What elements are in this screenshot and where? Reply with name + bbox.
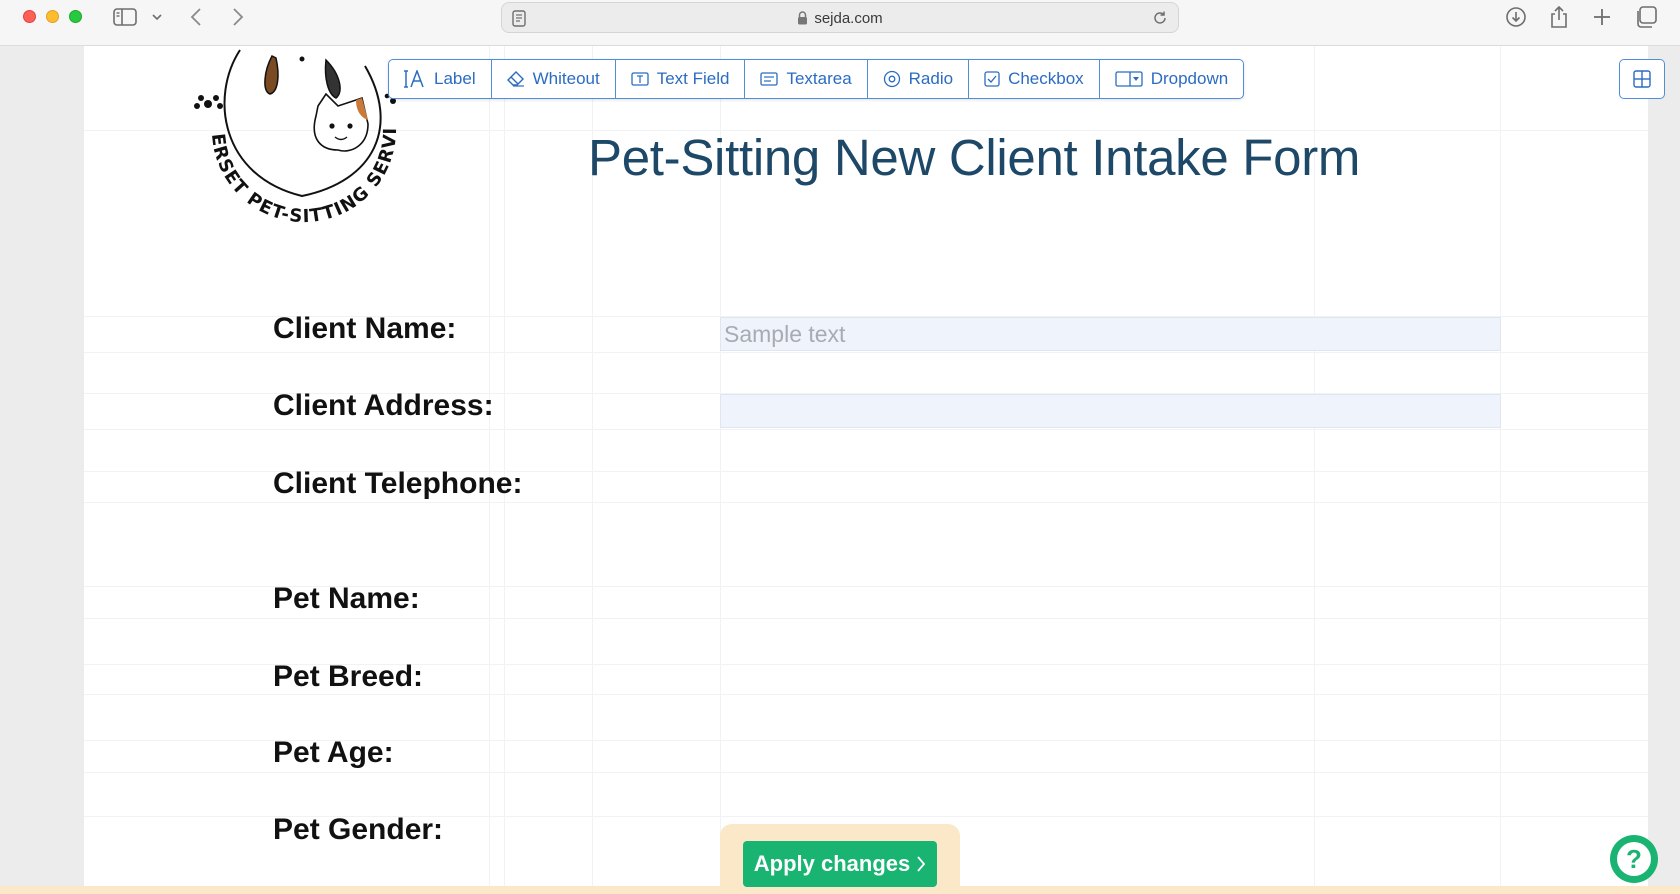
- guide-line: [489, 46, 490, 886]
- radio-icon: [883, 70, 900, 88]
- zoom-window-button[interactable]: [69, 10, 82, 23]
- guide-line: [504, 46, 505, 886]
- sidebar-toggle-icon[interactable]: [113, 4, 137, 30]
- tool-whiteout[interactable]: Whiteout: [492, 60, 616, 98]
- grid-icon: [1633, 70, 1651, 88]
- guide-line: [84, 502, 1648, 503]
- tool-whiteout-text: Whiteout: [532, 69, 600, 88]
- grid-toggle-button[interactable]: [1619, 59, 1665, 99]
- dropdown-icon: [1115, 71, 1143, 87]
- tool-checkbox[interactable]: Checkbox: [969, 60, 1100, 98]
- pet-gender-label: Pet Gender:: [273, 813, 444, 846]
- tool-textarea-text: Textarea: [786, 69, 852, 88]
- text-field-icon: [631, 72, 649, 86]
- url-text: sejda.com: [502, 3, 1178, 36]
- lock-icon: [797, 5, 808, 36]
- pet-age-label: Pet Age:: [273, 736, 394, 769]
- page-title: Pet-Sitting New Client Intake Form: [588, 129, 1361, 186]
- guide-line: [84, 352, 1648, 353]
- address-bar[interactable]: sejda.com: [501, 2, 1179, 33]
- url-label: sejda.com: [814, 10, 883, 27]
- reload-icon[interactable]: [1152, 10, 1168, 31]
- back-icon[interactable]: [190, 4, 202, 30]
- browser-toolbar: sejda.com: [0, 0, 1680, 46]
- tab-overview-icon[interactable]: [1635, 4, 1657, 30]
- forward-icon[interactable]: [232, 4, 244, 30]
- help-icon: ?: [1617, 842, 1651, 876]
- guide-line: [84, 429, 1648, 430]
- checkbox-icon: [984, 71, 1000, 87]
- close-window-button[interactable]: [23, 10, 36, 23]
- client-address-label: Client Address:: [273, 389, 494, 422]
- help-button[interactable]: ?: [1610, 835, 1658, 883]
- tool-radio[interactable]: Radio: [868, 60, 970, 98]
- chevron-down-icon[interactable]: [152, 4, 162, 30]
- tool-radio-text: Radio: [908, 69, 954, 88]
- textarea-icon: [760, 72, 779, 86]
- guide-line: [84, 772, 1648, 773]
- new-tab-icon[interactable]: [1593, 4, 1611, 30]
- tool-dropdown-text: Dropdown: [1150, 69, 1229, 88]
- tool-text-field-text: Text Field: [656, 69, 730, 88]
- client-name-input[interactable]: [720, 317, 1501, 351]
- guide-line: [1500, 46, 1501, 886]
- pet-name-label: Pet Name:: [273, 582, 420, 615]
- eraser-icon: [506, 71, 524, 87]
- guide-line: [84, 618, 1648, 619]
- client-telephone-label: Client Telephone:: [273, 467, 523, 500]
- minimize-window-button[interactable]: [46, 10, 59, 23]
- pet-breed-label: Pet Breed:: [273, 660, 424, 693]
- tool-text-field[interactable]: Text Field: [616, 60, 746, 98]
- apply-changes-button[interactable]: Apply changes: [743, 841, 937, 887]
- tool-label[interactable]: Label: [389, 60, 492, 98]
- form-tools-toolbar: Label Whiteout Text Field Textarea Radio…: [388, 59, 1245, 99]
- apply-changes-panel: Apply changes: [720, 824, 960, 894]
- client-address-input[interactable]: [720, 394, 1501, 428]
- somerset-pet-sitting-logo: SOMERSET PET-SITTING SERVICES: [180, 46, 420, 241]
- tool-checkbox-text: Checkbox: [1008, 69, 1084, 88]
- downloads-icon[interactable]: [1505, 4, 1527, 30]
- client-name-label: Client Name:: [273, 312, 457, 345]
- label-icon: [404, 70, 424, 88]
- share-icon[interactable]: [1550, 4, 1568, 30]
- tool-dropdown[interactable]: Dropdown: [1100, 60, 1244, 98]
- tool-label-text: Label: [434, 69, 476, 88]
- pdf-page: SOMERSET PET-SITTING SERVICES Pet-Sittin…: [84, 46, 1648, 886]
- chevron-right-icon: [917, 856, 926, 872]
- tool-textarea[interactable]: Textarea: [745, 60, 868, 98]
- apply-changes-label: Apply changes: [753, 851, 911, 876]
- guide-line: [84, 694, 1648, 695]
